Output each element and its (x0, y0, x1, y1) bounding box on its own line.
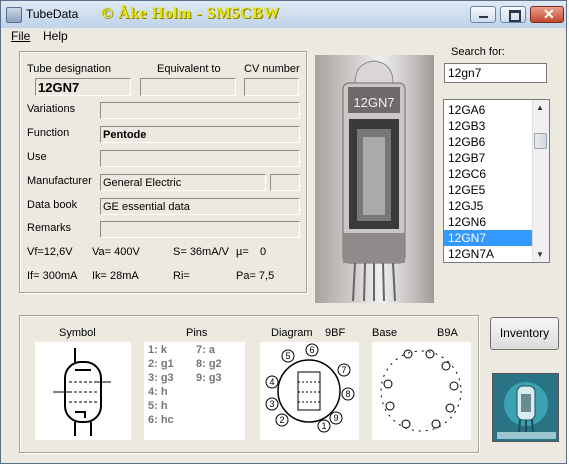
menu-help[interactable]: Help (43, 29, 68, 43)
remarks-field[interactable] (100, 221, 300, 238)
cv-field[interactable] (244, 78, 299, 96)
diagram-pin-8: 8 (345, 389, 350, 399)
param-ik: Ik= 28mA (92, 270, 139, 282)
manufacturer-label: Manufacturer (27, 175, 92, 187)
function-label: Function (27, 127, 70, 139)
pin-1: 1: k (148, 344, 167, 356)
scroll-down-icon[interactable]: ▼ (536, 250, 544, 259)
list-scrollbar[interactable]: ▲ ▼ (532, 100, 549, 262)
minimize-button[interactable] (470, 6, 496, 23)
pins-label: Pins (186, 327, 208, 339)
param-ri: Ri= (173, 270, 190, 282)
diagram-panel: 1 2 3 4 5 6 7 8 9 (260, 342, 359, 440)
logo-tube-icon (493, 374, 558, 441)
diagram-pin-5: 5 (285, 351, 290, 361)
equivalent-label: Equivalent to (157, 63, 221, 75)
client-area: Tube designation Equivalent to CV number… (3, 45, 565, 463)
search-input[interactable] (444, 63, 547, 83)
base-panel (372, 342, 471, 440)
variations-field[interactable] (100, 102, 300, 119)
list-item[interactable]: 12GA6 (444, 102, 532, 118)
pin-3: 3: g3 (148, 372, 174, 384)
diagram-pin-7: 7 (341, 365, 346, 375)
list-item[interactable]: 12GC6 (444, 166, 532, 182)
list-item[interactable]: 12GB6 (444, 134, 532, 150)
manufacturer-extra-field[interactable] (270, 174, 300, 191)
app-icon (6, 7, 22, 23)
window-title: TubeData (26, 7, 79, 21)
designation-label: Tube designation (27, 63, 111, 75)
tube-photo: 12GN7 (315, 55, 434, 303)
menu-file[interactable]: File (11, 29, 30, 43)
diagram-pin-6: 6 (309, 345, 314, 355)
scroll-thumb[interactable] (534, 133, 547, 149)
scroll-up-icon[interactable]: ▲ (536, 103, 544, 112)
manufacturer-field[interactable]: General Electric (100, 174, 266, 191)
databook-label: Data book (27, 199, 78, 211)
maximize-icon (509, 10, 521, 22)
minimize-icon (479, 16, 488, 18)
diagram-pin-9: 9 (333, 413, 338, 423)
menu-bar: File Help (1, 28, 566, 44)
list-item[interactable]: 12GN7A (444, 246, 532, 262)
base-diagram-icon (380, 349, 462, 432)
results-list[interactable]: 12GA6 12GB3 12GB6 12GB7 12GC6 12GE5 12GJ… (443, 99, 550, 263)
copyright-overlay: © Åke Holm - SM5CBW (101, 5, 280, 22)
pin-8: 8: g2 (196, 358, 222, 370)
search-label: Search for: (451, 46, 505, 58)
diagram-pin-2: 2 (279, 415, 284, 425)
symbol-label: Symbol (59, 327, 96, 339)
list-item[interactable]: 12GN6 (444, 214, 532, 230)
databook-field[interactable]: GE essential data (100, 198, 300, 215)
use-label: Use (27, 151, 47, 163)
pin-diagram-icon: 1 2 3 4 5 6 7 8 9 (265, 343, 355, 433)
param-pa: Pa= 7,5 (236, 270, 275, 282)
list-item-selected[interactable]: 12GN7 (444, 230, 532, 246)
main-window: TubeData © Åke Holm - SM5CBW ✕ File Help… (0, 0, 567, 464)
title-bar[interactable]: TubeData © Åke Holm - SM5CBW ✕ (1, 1, 566, 29)
cv-label: CV number (244, 63, 300, 75)
diagram-pin-3: 3 (269, 399, 274, 409)
pin-2: 2: g1 (148, 358, 174, 370)
param-s: S= 36mA/V (173, 246, 229, 258)
pin-9: 9: g3 (196, 372, 222, 384)
base-label: Base (372, 327, 398, 339)
param-mu-label: µ= (236, 246, 249, 258)
pin-6: 6: hc (148, 414, 174, 426)
variations-label: Variations (27, 103, 76, 115)
param-vf: Vf=12,6V (27, 246, 73, 258)
list-item[interactable]: 12GJ5 (444, 198, 532, 214)
use-field[interactable] (100, 150, 300, 167)
equivalent-field[interactable] (140, 78, 236, 96)
close-button[interactable]: ✕ (530, 6, 564, 23)
diagram-label: Diagram (271, 327, 313, 339)
inventory-button[interactable]: Inventory (490, 317, 559, 350)
designation-field[interactable]: 12GN7 (35, 78, 131, 96)
diagram-code: 9BF (325, 327, 346, 339)
tube-symbol-icon (53, 348, 111, 436)
list-item[interactable]: 12GE5 (444, 182, 532, 198)
maximize-button[interactable] (500, 6, 526, 23)
remarks-label: Remarks (27, 222, 72, 234)
diagram-pin-1: 1 (321, 421, 326, 431)
pin-7: 7: a (196, 344, 215, 356)
tube-illustration: 12GN7 (342, 60, 406, 302)
base-code: B9A (437, 327, 458, 339)
symbol-panel (35, 342, 131, 440)
list-item[interactable]: 12GB7 (444, 150, 532, 166)
param-va: Va= 400V (92, 246, 140, 258)
param-if: If= 300mA (27, 270, 78, 282)
pin-5: 5: h (148, 400, 168, 412)
list-item[interactable]: 12GB3 (444, 118, 532, 134)
pin-4: 4: h (148, 386, 168, 398)
function-field[interactable]: Pentode (100, 126, 300, 143)
close-icon: ✕ (543, 6, 555, 22)
diagram-pin-4: 4 (269, 377, 274, 387)
tube-print: 12GN7 (353, 95, 394, 110)
app-logo (492, 373, 559, 442)
param-mu-value: 0 (260, 246, 267, 258)
